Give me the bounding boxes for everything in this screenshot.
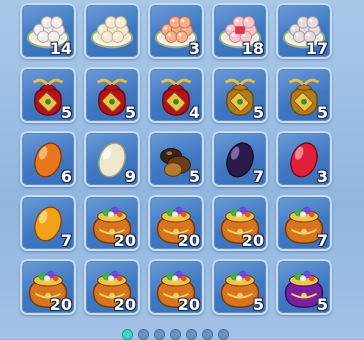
inventory-slot[interactable]: 18 (212, 3, 268, 59)
page-dot[interactable] (186, 329, 197, 340)
page-dot[interactable] (218, 329, 229, 340)
item-count: 5 (316, 103, 328, 122)
item-count: 6 (60, 167, 72, 186)
inventory-slot[interactable]: 7 (212, 131, 268, 187)
item-count: 7 (252, 167, 264, 186)
page-dot[interactable] (122, 329, 133, 340)
inventory-slot[interactable]: 20 (148, 259, 204, 315)
inventory-slot[interactable]: 5 (148, 131, 204, 187)
page-dot[interactable] (202, 329, 213, 340)
item-count: 3 (188, 39, 200, 58)
inventory-slot[interactable]: 20 (84, 259, 140, 315)
item-count: 20 (177, 231, 200, 250)
item-count: 5 (188, 167, 200, 186)
inventory-slot[interactable]: 7 (276, 195, 332, 251)
inventory-slot[interactable]: 5 (212, 259, 268, 315)
inventory-slot[interactable] (84, 3, 140, 59)
item-count: 18 (241, 39, 264, 58)
rice-ball-plate-icon (90, 16, 134, 49)
item-count: 20 (113, 231, 136, 250)
inventory-slot[interactable]: 17 (276, 3, 332, 59)
item-count: 20 (49, 295, 72, 314)
inventory-slot[interactable]: 5 (84, 67, 140, 123)
inventory-slot[interactable]: 14 (20, 3, 76, 59)
item-count: 9 (124, 167, 136, 186)
page-dot[interactable] (170, 329, 181, 340)
item-count: 20 (241, 231, 264, 250)
inventory-slot[interactable]: 20 (148, 195, 204, 251)
inventory-slot[interactable]: 7 (20, 195, 76, 251)
item-count: 3 (316, 167, 328, 186)
item-count: 7 (60, 231, 72, 250)
item-count: 4 (188, 103, 200, 122)
item-count: 5 (124, 103, 136, 122)
inventory-slot[interactable]: 3 (148, 3, 204, 59)
item-count: 17 (305, 39, 328, 58)
item-count: 5 (316, 295, 328, 314)
inventory-slot[interactable]: 6 (20, 131, 76, 187)
inventory-slot[interactable]: 5 (276, 259, 332, 315)
page-dot[interactable] (138, 329, 149, 340)
inventory-slot[interactable]: 5 (212, 67, 268, 123)
item-count: 5 (252, 103, 264, 122)
inventory-slot[interactable]: 20 (84, 195, 140, 251)
inventory-slot[interactable]: 20 (212, 195, 268, 251)
inventory-slot[interactable]: 4 (148, 67, 204, 123)
inventory-slot[interactable]: 3 (276, 131, 332, 187)
item-count: 14 (49, 39, 72, 58)
item-count: 20 (177, 295, 200, 314)
inventory-slot[interactable]: 20 (20, 259, 76, 315)
page-dot[interactable] (154, 329, 165, 340)
item-count: 5 (252, 295, 264, 314)
item-count: 5 (60, 103, 72, 122)
inventory-slot[interactable]: 9 (84, 131, 140, 187)
item-count: 20 (113, 295, 136, 314)
inventory-panel: 14 3 18 17 5 5 4 5 5 6 9 5 7 3 7 20 20 20 7 20 20 20 5 5 (0, 0, 364, 340)
item-count: 7 (316, 231, 328, 250)
inventory-slot[interactable]: 5 (20, 67, 76, 123)
inventory-slot[interactable]: 5 (276, 67, 332, 123)
